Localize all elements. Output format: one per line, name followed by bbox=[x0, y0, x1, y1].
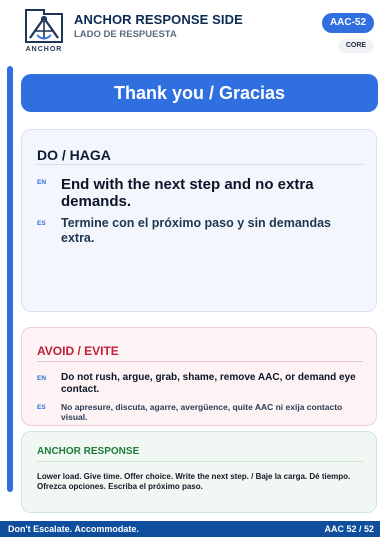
do-en-tag: EN bbox=[37, 179, 47, 186]
card-code-badge: AAC-52 bbox=[322, 13, 374, 33]
anchor-section-title: ANCHOR RESPONSE bbox=[37, 446, 140, 457]
phrase-banner: Thank you / Gracias bbox=[21, 74, 378, 112]
avoid-es-text: No apresure, discuta, agarre, avergüence… bbox=[61, 402, 343, 422]
page-subtitle: LADO DE RESPUESTA bbox=[74, 29, 177, 40]
avoid-es-tag: ES bbox=[37, 404, 46, 411]
scrollbar[interactable] bbox=[7, 66, 13, 492]
anchor-logo-icon bbox=[25, 9, 63, 43]
core-tag-badge: CORE bbox=[338, 39, 374, 53]
avoid-card: AVOID / EVITE EN Do not rush, argue, gra… bbox=[21, 327, 377, 426]
do-es-text: Termine con el próximo paso y sin demand… bbox=[61, 216, 331, 245]
do-card: DO / HAGA EN End with the next step and … bbox=[21, 129, 377, 312]
anchor-logo: ANCHOR bbox=[22, 8, 66, 58]
do-en-text: End with the next step and no extra dema… bbox=[61, 176, 314, 210]
do-divider bbox=[37, 164, 363, 165]
anchor-response-card: ANCHOR RESPONSE Lower load. Give time. O… bbox=[21, 431, 377, 513]
do-es-tag: ES bbox=[37, 220, 46, 227]
avoid-en-text: Do not rush, argue, grab, shame, remove … bbox=[61, 372, 356, 395]
do-section-title: DO / HAGA bbox=[37, 147, 111, 163]
anchor-response-text: Lower load. Give time. Offer choice. Wri… bbox=[37, 472, 351, 491]
footer-slogan: Don't Escalate. Accommodate. bbox=[8, 524, 139, 534]
avoid-en-tag: EN bbox=[37, 375, 47, 382]
header: ANCHOR ANCHOR RESPONSE SIDE LADO DE RESP… bbox=[0, 0, 380, 62]
footer: Don't Escalate. Accommodate. AAC 52 / 52 bbox=[0, 521, 380, 537]
footer-page-count: AAC 52 / 52 bbox=[324, 524, 374, 534]
avoid-section-title: AVOID / EVITE bbox=[37, 344, 119, 358]
logo-wordmark: ANCHOR bbox=[25, 46, 63, 53]
page-title: ANCHOR RESPONSE SIDE bbox=[74, 12, 243, 27]
anchor-divider bbox=[37, 461, 363, 462]
avoid-divider bbox=[37, 361, 363, 362]
